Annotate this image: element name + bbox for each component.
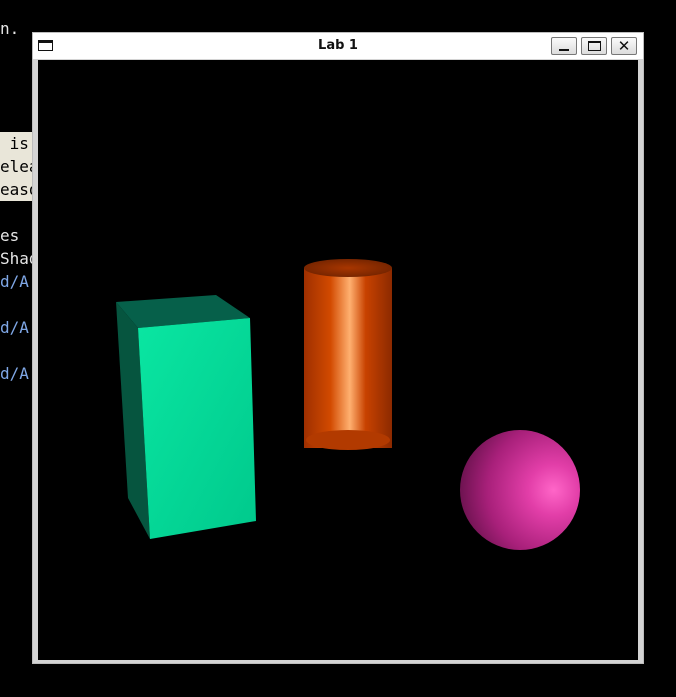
terminal-line: d/A: [0, 272, 29, 291]
scene-svg: [116, 259, 580, 550]
box-front-face: [138, 318, 256, 539]
sphere: [460, 430, 580, 550]
cylinder-bottom: [306, 430, 390, 450]
terminal-line: easo: [0, 178, 32, 201]
sphere-object: [460, 430, 580, 550]
render-canvas[interactable]: [38, 60, 638, 660]
minimize-button[interactable]: [551, 37, 577, 55]
maximize-icon: [588, 41, 601, 51]
terminal-line: d/A: [0, 318, 29, 337]
terminal-line: es: [0, 226, 29, 245]
cylinder-object: [304, 259, 392, 450]
terminal-line: elea: [0, 155, 32, 178]
terminal-line: d/A: [0, 364, 29, 383]
minimize-icon: [559, 49, 569, 51]
cylinder-top: [304, 259, 392, 277]
app-window: Lab 1 ✕: [32, 32, 644, 664]
close-icon: ✕: [617, 37, 631, 55]
maximize-button[interactable]: [581, 37, 607, 55]
close-button[interactable]: ✕: [611, 37, 637, 55]
box-object: [116, 295, 256, 539]
cylinder-body: [304, 268, 392, 448]
title-bar[interactable]: Lab 1 ✕: [33, 33, 643, 59]
terminal-line: n.: [0, 19, 20, 38]
terminal-line: is: [0, 132, 32, 155]
